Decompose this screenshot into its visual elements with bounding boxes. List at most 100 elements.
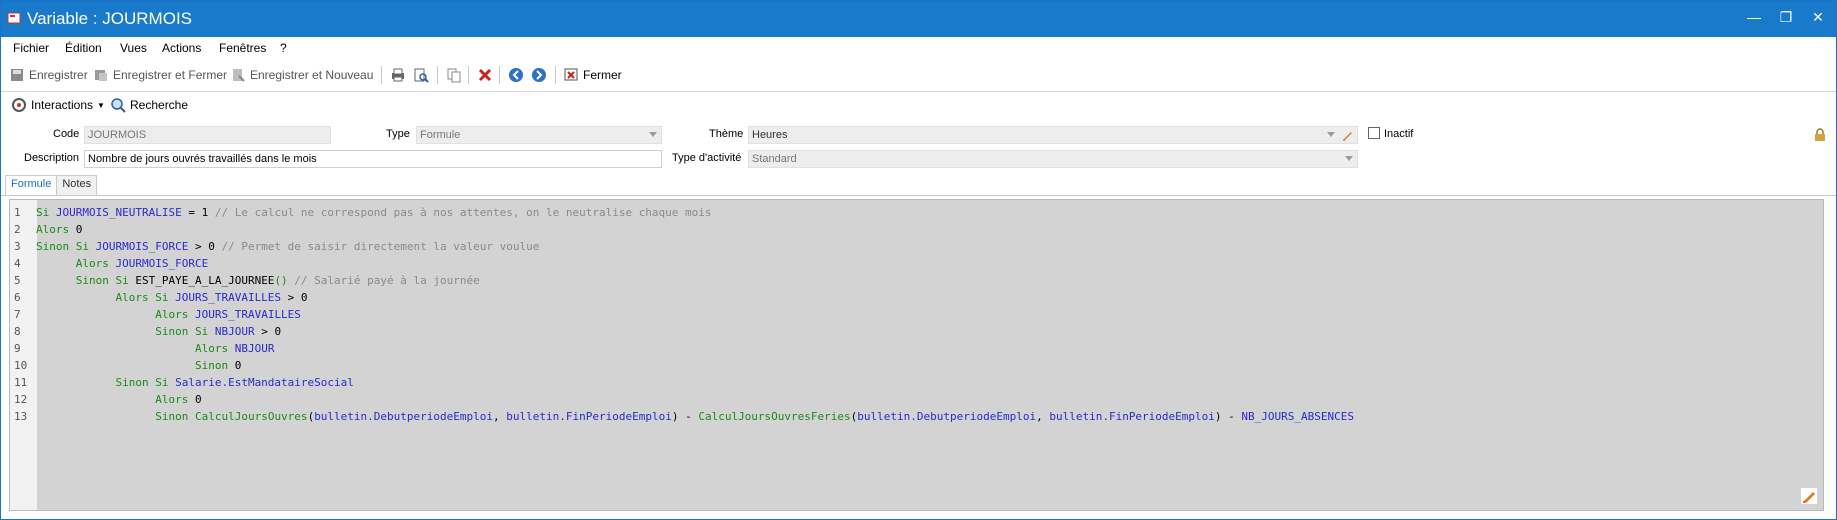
delete-x-icon [478,68,492,82]
code-token: Alors [36,223,76,236]
activity-type-select[interactable]: Standard [748,150,1358,168]
code-token: CalculJoursOuvres [194,410,308,423]
menu-fichier[interactable]: Fichier [13,41,49,55]
edit-pencil-icon[interactable] [1801,488,1817,504]
code-token: () [274,274,288,287]
code-token: Alors [155,308,195,321]
tab-notes[interactable]: Notes [56,175,98,196]
lock-icon[interactable] [1814,128,1826,141]
code-token: Si [36,206,56,219]
formula-editor[interactable]: 1 Si JOURMOIS_NEUTRALISE = 1 // Le calcul… [9,199,1824,511]
line-number: 13 [14,410,28,423]
save-close-button[interactable]: Enregistrer et Fermer [93,66,227,84]
line-number: 8 [14,325,21,338]
main-toolbar: Enregistrer Enregistrer et Fermer Enregi… [1,62,1836,88]
menu-help[interactable]: ? [280,41,287,55]
interactions-dropdown[interactable]: Interactions ▼ [11,96,105,114]
code-token: JOURMOIS_FORCE [95,240,189,253]
code-token: > 0 [281,291,308,304]
code-label: Code [53,128,80,140]
save-new-icon [233,69,245,82]
code-token: Salarie.EstMandataireSocial [175,376,354,389]
chevron-down-icon [649,132,657,137]
menu-vues[interactable]: Vues [120,41,147,55]
copy-icon [447,68,461,83]
code-line: Alors JOURS_TRAVAILLES [36,306,301,323]
theme-label: Thème [709,128,744,140]
theme-select[interactable]: Heures [748,126,1358,144]
menu-actions[interactable]: Actions [162,41,201,55]
window-controls: — ❐ ✕ [1744,9,1828,26]
menu-bar: Fichier Édition Vues Actions Fenêtres ? [1,37,1836,59]
description-label: Description [24,152,80,164]
code-field[interactable]: JOURMOIS [84,126,331,144]
duplicate-button[interactable] [446,66,462,84]
variable-window: Variable : JOURMOIS — ❐ ✕ Fichier Éditio… [0,0,1837,520]
interactions-icon [12,98,26,112]
code-token: // Salarié payé à la journée [287,274,480,287]
code-line: Alors JOURMOIS_FORCE [36,255,208,272]
code-token: ) - [1214,410,1242,423]
code-token: , [1036,410,1050,423]
line-number: 7 [14,308,21,321]
line-number: 12 [14,393,28,406]
code-token: Alors [155,393,195,406]
toolbar-separator [499,66,500,84]
code-line: Alors Si JOURS_TRAVAILLES > 0 [36,289,308,306]
code-line: Sinon Si NBJOUR > 0 [36,323,281,340]
inactive-label: Inactif [1384,128,1414,140]
close-button[interactable]: Fermer [563,66,622,84]
app-icon [7,12,21,24]
toolbar-separator [437,66,438,84]
secondary-toolbar: Interactions ▼ Recherche [1,91,1836,118]
code-token: bulletin.FinPeriodeEmploi [506,410,672,423]
save-new-label: Enregistrer et Nouveau [250,68,374,82]
code-token: bulletin.DebutperiodeEmploi [314,410,493,423]
type-value: Formule [420,129,461,141]
save-button[interactable]: Enregistrer [9,66,88,84]
activity-type-label: Type d'activité [672,152,742,164]
description-field[interactable]: Nombre de jours ouvrés travaillés dans l… [84,150,662,168]
menu-edition[interactable]: Édition [65,41,102,55]
code-token: Sinon [194,359,235,372]
save-close-label: Enregistrer et Fermer [113,68,228,82]
code-token: > 0 [188,240,222,253]
minimize-button[interactable]: — [1744,9,1764,26]
code-token: CalculJoursOuvresFeries [698,410,851,423]
chevron-down-icon: ▼ [97,100,105,110]
maximize-button[interactable]: ❐ [1776,9,1796,26]
print-button[interactable] [390,66,406,84]
code-token: // Le calcul ne correspond pas à nos att… [214,206,712,219]
next-button[interactable] [531,66,547,84]
search-label: Recherche [130,98,189,112]
print-preview-button[interactable] [413,66,429,84]
theme-value: Heures [752,129,788,141]
tab-formule[interactable]: Formule [5,175,58,196]
menu-fenetres[interactable]: Fenêtres [219,41,266,55]
code-token: JOURS_TRAVAILLES [175,291,282,304]
arrow-right-icon [532,68,546,82]
type-select[interactable]: Formule [416,126,662,144]
previous-button[interactable] [508,66,524,84]
code-line: Sinon Si Salarie.EstMandataireSocial [36,374,354,391]
close-label: Fermer [583,68,622,82]
code-token: Alors [75,257,116,270]
edit-pencil-icon[interactable] [1342,129,1354,141]
code-token: > 0 [254,325,282,338]
delete-button[interactable] [477,66,493,84]
line-number: 11 [14,376,28,389]
title-bar[interactable]: Variable : JOURMOIS — ❐ ✕ [1,1,1836,37]
close-window-button[interactable]: ✕ [1808,9,1828,26]
variable-form: Code JOURMOIS Type Formule Thème Heures … [1,122,1836,172]
save-new-button[interactable]: Enregistrer et Nouveau [230,66,373,84]
search-button[interactable]: Recherche [110,96,188,114]
line-number: 6 [14,291,21,304]
code-line: Sinon Si JOURMOIS_FORCE > 0 // Permet de… [36,238,539,255]
inactive-checkbox[interactable] [1368,127,1380,139]
code-token: EST_PAYE_A_LA_JOURNEE [135,274,275,287]
